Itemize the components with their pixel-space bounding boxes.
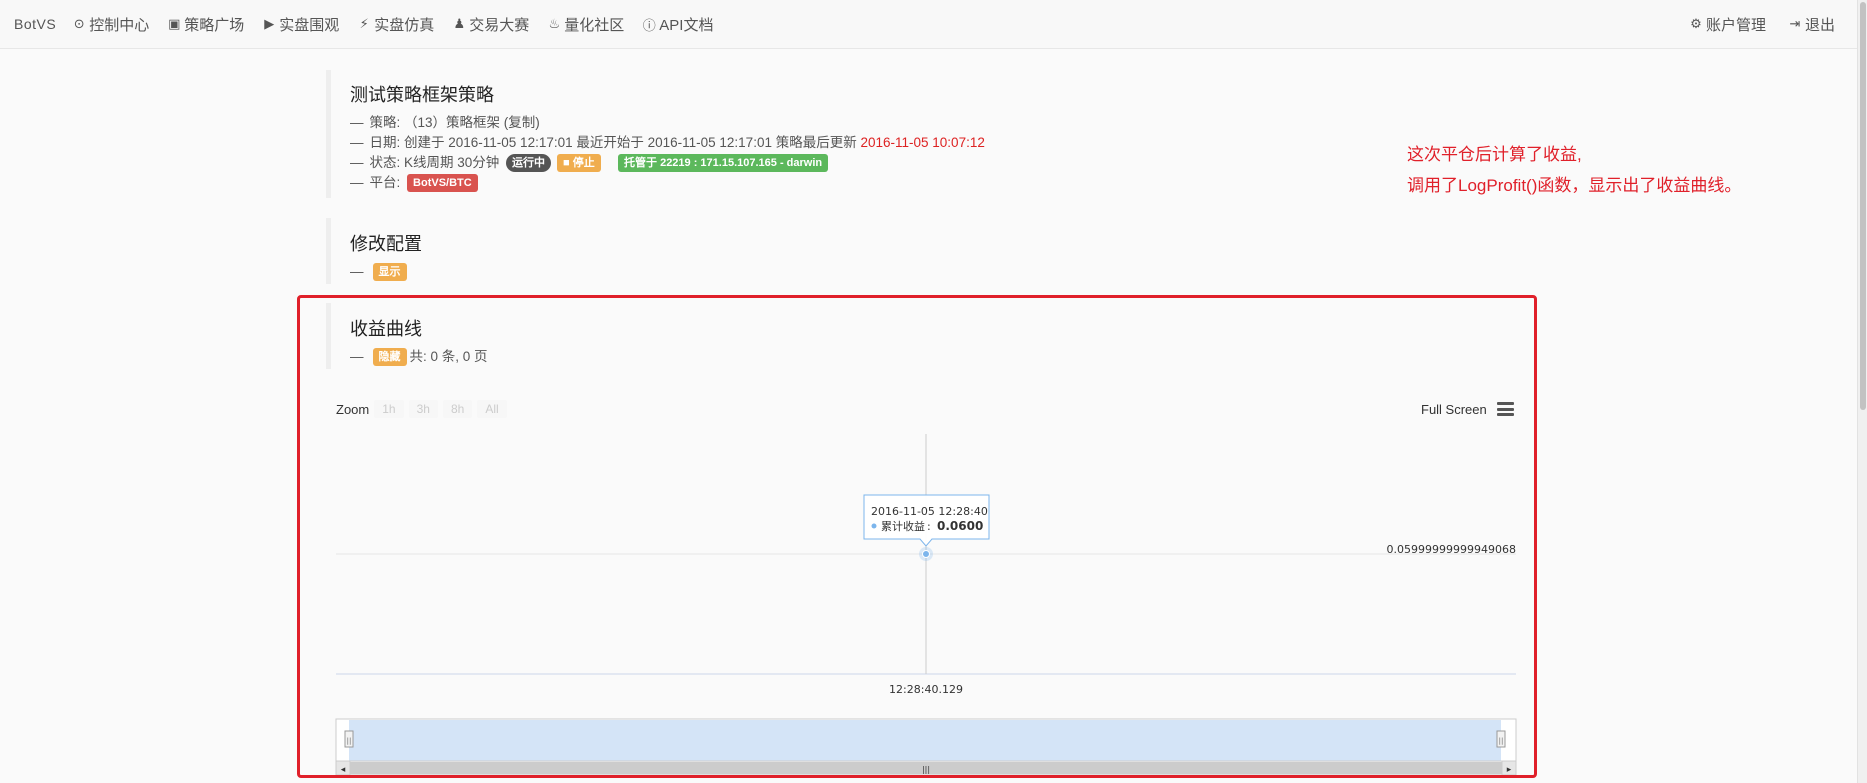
info-icon: ⓘ: [642, 17, 656, 33]
date-text: 日期: 创建于 2016-11-05 12:17:01 最近开始于 2016-1…: [369, 135, 857, 150]
strategy-info-panel: 测试策略框架策略 — 策略: （13）策略框架 (复制) — 日期: 创建于 201…: [326, 70, 985, 198]
status-text: 状态: K线周期 30分钟: [369, 155, 500, 170]
brand-logo[interactable]: BotVS: [14, 16, 56, 32]
nav-logout[interactable]: ⇥ 退出: [1788, 14, 1835, 35]
show-config-button[interactable]: 显示: [372, 263, 407, 281]
running-badge: 运行中: [506, 154, 552, 172]
play-circle-icon: ▶: [264, 16, 275, 31]
bolt-icon: ⚡: [359, 16, 369, 31]
nav-community[interactable]: ♨ 量化社区: [547, 14, 624, 35]
nav-api-docs[interactable]: ⓘ API文档: [642, 14, 714, 35]
nav-account[interactable]: ⚙ 账户管理: [1689, 14, 1766, 35]
nav-label: 量化社区: [564, 16, 625, 34]
nav-label: 策略广场: [184, 16, 245, 34]
nav-label: 实盘仿真: [374, 16, 435, 34]
platform-text: 平台:: [369, 175, 401, 190]
page-scrollbar[interactable]: [1857, 0, 1867, 783]
host-badge: 托管于 22219 : 171.15.107.165 - darwin: [618, 154, 829, 172]
nav-simulation[interactable]: ⚡ 实盘仿真: [357, 14, 435, 35]
annotation-line-2: 调用了LogProfit()函数，显示出了收益曲线。: [1407, 176, 1742, 195]
nav-strategy-square[interactable]: ▣ 策略广场: [167, 14, 244, 35]
nav-label: 控制中心: [89, 16, 150, 34]
annotation-note: 这次平仓后计算了收益, 调用了LogProfit()函数，显示出了收益曲线。: [1407, 139, 1741, 201]
config-panel: 修改配置 — 显示: [326, 218, 422, 284]
platform-badge: BotVS/BTC: [407, 174, 478, 192]
logout-icon: ⇥: [1789, 16, 1801, 31]
chess-icon: ♟: [453, 16, 466, 31]
nav-competition[interactable]: ♟ 交易大赛: [452, 14, 529, 35]
strategy-title: 测试策略框架策略: [350, 85, 494, 105]
gear-icon: ⚙: [1690, 16, 1702, 31]
nav-label: API文档: [659, 16, 714, 34]
dashboard-icon: ⊙: [73, 16, 85, 31]
status-line: — 状态: K线周期 30分钟 运行中 ■ 停止 托管于 22219 : 171.1…: [350, 153, 985, 173]
strategy-line: — 策略: （13）策略框架 (复制): [350, 113, 985, 133]
updated-date: 2016-11-05 10:07:12: [860, 135, 985, 150]
annotation-highlight-box: [297, 295, 1537, 778]
config-title: 修改配置: [350, 234, 422, 254]
nav-label: 账户管理: [1705, 16, 1766, 34]
annotation-line-1: 这次平仓后计算了收益,: [1407, 145, 1582, 164]
nav-right-group: ⚙ 账户管理 ⇥ 退出: [1689, 14, 1857, 35]
nav-label: 实盘围观: [279, 16, 340, 34]
strategy-name: 策略: （13）策略框架 (复制): [369, 115, 540, 130]
stop-button[interactable]: ■ 停止: [557, 154, 601, 172]
nav-label: 退出: [1804, 16, 1835, 34]
config-line: — 显示: [350, 262, 422, 282]
nav-dashboard[interactable]: ⊙ 控制中心: [72, 14, 149, 35]
nav-live-watch[interactable]: ▶ 实盘围观: [262, 14, 339, 35]
nav-label: 交易大赛: [469, 16, 530, 34]
scrollbar-thumb[interactable]: [1860, 2, 1866, 410]
platform-line: — 平台: BotVS/BTC: [350, 173, 985, 193]
date-line: — 日期: 创建于 2016-11-05 12:17:01 最近开始于 2016-…: [350, 133, 985, 153]
cart-icon: ▣: [168, 16, 181, 31]
top-navbar: BotVS ⊙ 控制中心 ▣ 策略广场 ▶ 实盘围观 ⚡ 实盘仿真 ♟ 交易大赛…: [0, 0, 1857, 49]
fire-icon: ♨: [548, 16, 561, 31]
